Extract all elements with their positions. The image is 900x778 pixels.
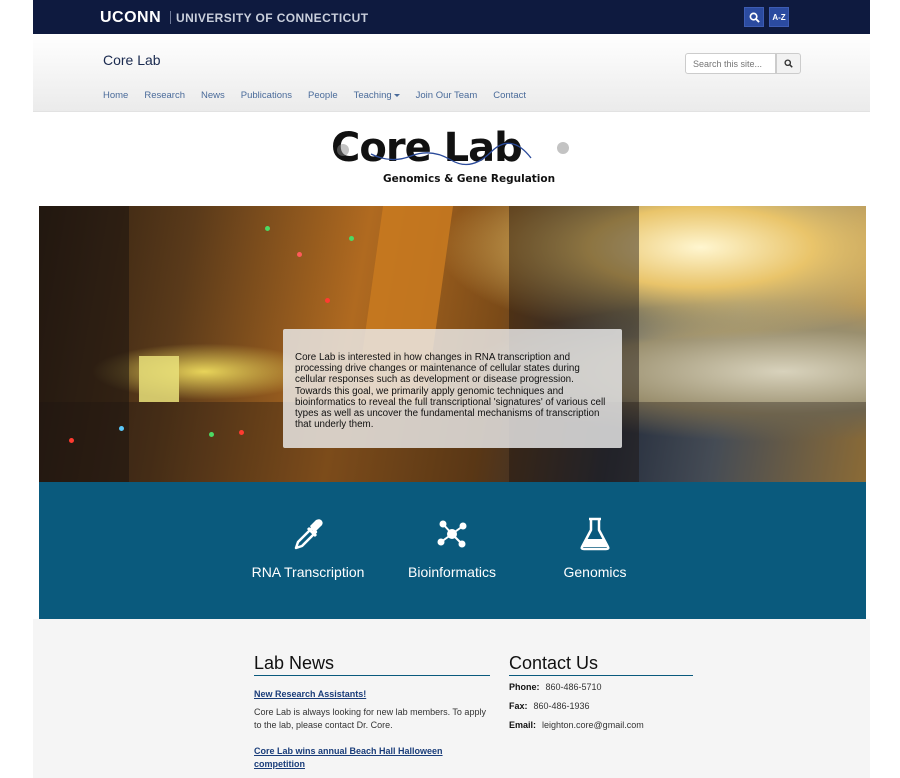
uconn-logo[interactable]: UCONN [100,9,161,27]
logo-area: Core Lab Genomics & Gene Regulation [39,112,866,206]
nav-item-publications[interactable]: Publications [241,90,292,101]
nav-item-people[interactable]: People [308,90,338,101]
dropper-icon [294,519,323,550]
feature-label: Genomics [563,564,627,580]
contact-heading: Contact Us [509,653,693,676]
nav-item-home[interactable]: Home [103,90,128,101]
hero-decoration [139,356,179,402]
nav-item-teaching[interactable]: Teaching [354,90,400,101]
nav-item-contact[interactable]: Contact [493,90,526,101]
hero-banner: Core Lab is interested in how changes in… [39,206,866,482]
hero-decoration [349,236,354,241]
email-label: Email: [509,720,537,730]
hero-decoration [297,252,302,257]
logo-scribble-decoration [337,142,569,166]
flask-icon [580,517,610,551]
az-index-button[interactable]: A-Z [769,7,789,27]
divider [170,11,171,24]
nav-item-teaching-label: Teaching [353,90,392,101]
site-search-button[interactable] [776,53,801,74]
nav-item-news[interactable]: News [201,90,225,101]
nav-item-research[interactable]: Research [144,90,185,101]
hero-decoration [119,426,124,431]
email-value[interactable]: leighton.core@gmail.com [542,720,644,730]
uconn-search-button[interactable] [744,7,764,27]
search-icon [784,59,793,68]
feature-label: RNA Transcription [251,564,365,580]
hero-decoration [209,432,214,437]
search-icon [749,12,760,23]
caret-down-icon [393,93,400,97]
research-areas-band: RNA Transcription Bioinformatics Genomic… [39,482,866,619]
hero-decoration [239,430,244,435]
hero-description: Core Lab is interested in how changes in… [295,352,606,431]
university-name[interactable]: UNIVERSITY OF CONNECTICUT [176,11,368,25]
nav-item-join-our-team[interactable]: Join Our Team [416,90,478,101]
site-header: Core Lab Home Research News Publications… [33,34,870,112]
site-search-input[interactable] [685,53,776,74]
hero-decoration [69,438,74,443]
lower-content: Lab News New Research Assistants! Core L… [33,619,870,778]
main-nav: Home Research News Publications People T… [103,90,542,101]
contact-fax: Fax: 860-486-1936 [509,701,590,711]
news-item-body: Core Lab is always looking for new lab m… [254,707,486,730]
phone-value: 860-486-5710 [545,682,602,692]
lab-news-heading: Lab News [254,653,490,676]
hero-decoration [265,226,270,231]
network-icon [437,520,467,548]
uconn-top-bar: UCONN UNIVERSITY OF CONNECTICUT A-Z [33,0,870,34]
phone-label: Phone: [509,682,540,692]
news-item-title[interactable]: Core Lab wins annual Beach Hall Hallowee… [254,745,454,771]
hero-decoration [325,298,330,303]
contact-phone: Phone: 860-486-5710 [509,682,602,692]
feature-label: Bioinformatics [408,564,496,580]
fax-label: Fax: [509,701,528,711]
logo-subtitle: Genomics & Gene Regulation [383,173,556,185]
fax-value: 860-486-1936 [533,701,590,711]
site-title[interactable]: Core Lab [103,52,161,68]
contact-email: Email: leighton.core@gmail.com [509,720,644,730]
news-item-title[interactable]: New Research Assistants! [254,688,490,701]
core-lab-logo[interactable]: Core Lab Genomics & Gene Regulation [331,126,575,192]
hero-text-box: Core Lab is interested in how changes in… [283,329,622,448]
